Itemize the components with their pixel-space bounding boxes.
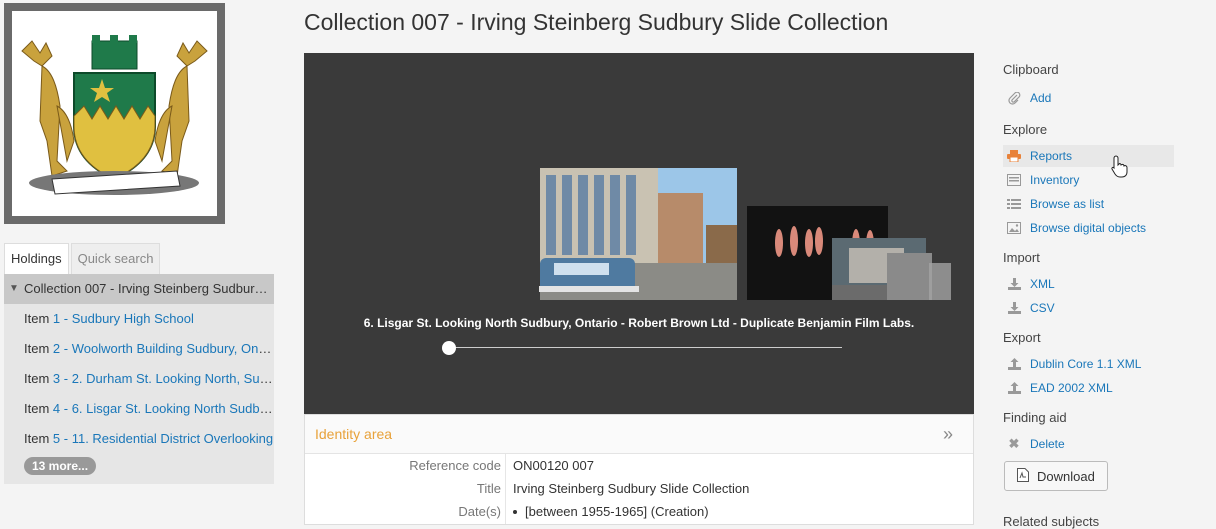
identity-area-section: Identity area » Reference code ON00120 0… (304, 414, 974, 525)
printer-icon (1006, 149, 1022, 163)
digital-object-carousel: 6. Lisgar St. Looking North Sudbury, Ont… (304, 53, 974, 414)
tree-item-link[interactable]: 1 - Sudbury High School (53, 311, 194, 326)
section-related-subjects-heading: Related subjects (1003, 514, 1100, 529)
section-import-heading: Import (1003, 250, 1040, 265)
download-icon (1006, 301, 1022, 315)
carousel-image-main[interactable] (539, 168, 737, 300)
tree-level-label: Item (24, 401, 50, 416)
reports-label: Reports (1030, 149, 1073, 163)
section-finding-aid-heading: Finding aid (1003, 410, 1067, 425)
field-value: [between 1955-1965] (Creation) (513, 504, 709, 519)
export-dc-label: Dublin Core 1.1 XML (1030, 357, 1142, 371)
bullet-icon (513, 509, 517, 514)
caret-down-icon[interactable]: ▼ (9, 274, 19, 304)
clipboard-add-link[interactable]: Add (1003, 87, 1174, 109)
tree-item[interactable]: Item 2 - Woolworth Building Sudbury, Ont… (4, 334, 274, 364)
identity-area-title: Identity area (315, 426, 393, 442)
tree-level-label: Item (24, 311, 50, 326)
import-xml-link[interactable]: XML (1003, 273, 1174, 295)
import-xml-label: XML (1030, 277, 1055, 291)
import-csv-label: CSV (1030, 301, 1055, 315)
repository-logo[interactable] (4, 3, 225, 224)
list-icon (1006, 197, 1022, 211)
left-column: Holdings Quick search ▼ Collection 007 -… (0, 0, 280, 525)
download-icon (1006, 277, 1022, 291)
field-reference-code: Reference code ON00120 007 (305, 454, 975, 481)
tab-quick-search[interactable]: Quick search (70, 243, 161, 274)
tree-item-link[interactable]: 3 - 2. Durham St. Looking North, Sudbury (53, 371, 274, 386)
page-title: Collection 007 - Irving Steinberg Sudbur… (304, 9, 889, 35)
paperclip-icon (1006, 91, 1022, 105)
download-label: Download (1037, 468, 1095, 484)
field-label: Reference code (409, 458, 501, 473)
field-value: Irving Steinberg Sudbury Slide Collectio… (513, 481, 750, 496)
hand-cursor-icon (1111, 155, 1128, 178)
carousel-slider-track[interactable] (448, 347, 842, 348)
explore-browse-list-link[interactable]: Browse as list (1003, 193, 1174, 215)
export-ead-label: EAD 2002 XML (1030, 381, 1113, 395)
holdings-tree: ▼ Collection 007 - Irving Steinberg Sudb… (4, 274, 274, 484)
collapse-toggle-icon[interactable]: » (943, 415, 953, 454)
carousel-slider-handle[interactable] (442, 341, 456, 355)
image-icon (1006, 221, 1022, 235)
context-menu-sidebar: Clipboard Add Explore Reports Inventory … (1003, 0, 1216, 529)
date-value: [between 1955-1965] (Creation) (525, 504, 709, 519)
field-divider (505, 477, 506, 501)
section-explore-heading: Explore (1003, 122, 1048, 137)
close-icon: ✖ (1008, 436, 1020, 451)
tree-level-label: Item (24, 371, 50, 386)
list-box-icon (1006, 173, 1022, 187)
pdf-file-icon (1017, 467, 1029, 485)
browse-list-label: Browse as list (1030, 197, 1105, 211)
explore-reports-link[interactable]: Reports (1003, 145, 1174, 167)
clipboard-add-label: Add (1030, 91, 1052, 105)
inventory-label: Inventory (1030, 173, 1080, 187)
tree-level-label: Item (24, 431, 50, 446)
tree-item-link[interactable]: 5 - 11. Residential District Overlooking (53, 431, 273, 446)
field-value: ON00120 007 (513, 458, 594, 473)
field-divider (505, 500, 506, 524)
section-clipboard-heading: Clipboard (1003, 62, 1059, 77)
carousel-thumbnails (539, 168, 951, 300)
tree-current-item[interactable]: ▼ Collection 007 - Irving Steinberg Sudb… (4, 274, 274, 304)
coat-of-arms-image (12, 11, 217, 216)
explore-inventory-link[interactable]: Inventory (1003, 169, 1174, 191)
section-export-heading: Export (1003, 330, 1041, 345)
finding-aid-delete-link[interactable]: ✖ Delete (1003, 433, 1174, 455)
tree-item[interactable]: Item 5 - 11. Residential District Overlo… (4, 424, 274, 454)
tree-level-label: Collection (24, 281, 82, 296)
field-divider (505, 454, 506, 478)
tree-item[interactable]: Item 3 - 2. Durham St. Looking North, Su… (4, 364, 274, 394)
import-csv-link[interactable]: CSV (1003, 297, 1174, 319)
tree-current-title: 007 - Irving Steinberg Sudbury Slide Col… (84, 281, 274, 296)
coat-of-arms-icon (21, 35, 208, 195)
field-label: Title (476, 481, 501, 496)
more-items-button[interactable]: 13 more... (24, 457, 97, 475)
tree-item[interactable]: Item 1 - Sudbury High School (4, 304, 274, 334)
export-dublin-core-link[interactable]: Dublin Core 1.1 XML (1003, 353, 1174, 375)
tree-item-link[interactable]: 2 - Woolworth Building Sudbury, Ontario (53, 341, 274, 356)
export-ead-link[interactable]: EAD 2002 XML (1003, 377, 1174, 399)
carousel-image-fourth[interactable] (887, 253, 951, 300)
field-title: Title Irving Steinberg Sudbury Slide Col… (305, 477, 975, 504)
holdings-tabs: Holdings Quick search (4, 243, 162, 274)
download-button[interactable]: Download (1004, 461, 1108, 491)
identity-area-header[interactable]: Identity area » (305, 415, 973, 454)
browse-digital-label: Browse digital objects (1030, 221, 1147, 235)
tree-level-label: Item (24, 341, 50, 356)
field-label: Date(s) (458, 504, 501, 519)
upload-icon (1006, 381, 1022, 395)
tree-item-link[interactable]: 4 - 6. Lisgar St. Looking North Sudbury (53, 401, 274, 416)
field-dates: Date(s) [between 1955-1965] (Creation) (305, 500, 975, 527)
carousel-caption: 6. Lisgar St. Looking North Sudbury, Ont… (363, 316, 915, 330)
explore-browse-digital-link[interactable]: Browse digital objects (1003, 217, 1174, 239)
tab-holdings[interactable]: Holdings (4, 243, 69, 274)
delete-label: Delete (1030, 437, 1065, 451)
tree-item[interactable]: Item 4 - 6. Lisgar St. Looking North Sud… (4, 394, 274, 424)
upload-icon (1006, 357, 1022, 371)
